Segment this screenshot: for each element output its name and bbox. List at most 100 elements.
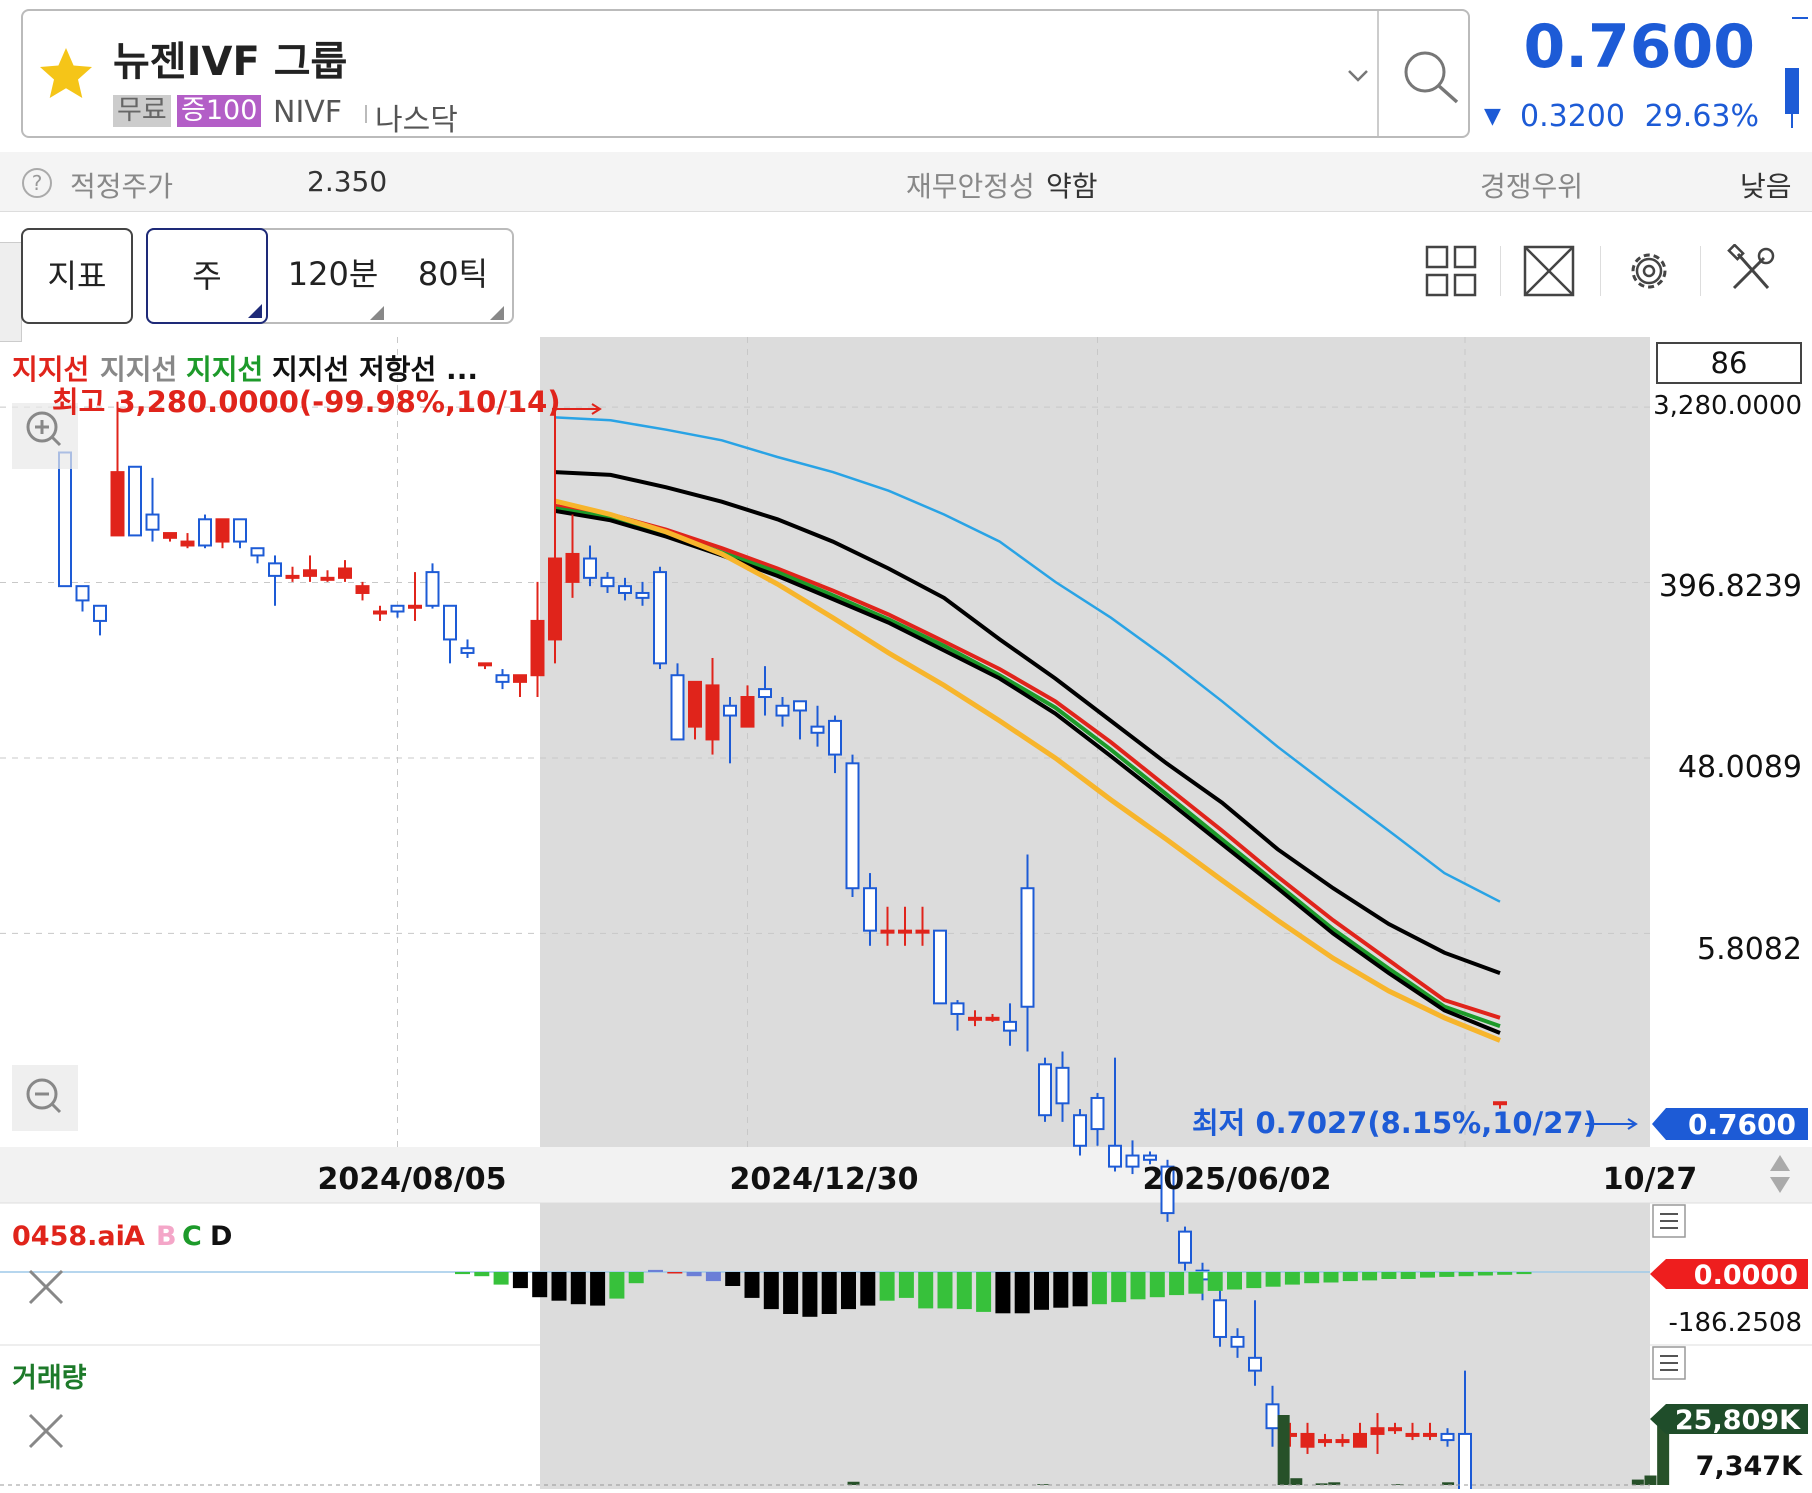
period-120min-button[interactable]: 120분 [278, 228, 388, 324]
candle [233, 518, 247, 543]
candle [128, 465, 142, 537]
candle [285, 574, 300, 579]
chevron-down-icon[interactable] [1343, 61, 1373, 91]
period-120min-label: 120분 [287, 255, 379, 293]
candle [1143, 1154, 1157, 1161]
candle [1423, 1432, 1437, 1437]
macd-current-label: 0.0000 [1694, 1260, 1798, 1291]
macd-bar [1362, 1272, 1378, 1281]
candle [740, 696, 755, 728]
stock-name: 뉴젠IVF 그룹 [113, 39, 348, 85]
period-80tick-button[interactable]: 80틱 [398, 228, 508, 324]
candle [1020, 887, 1035, 1008]
macd-bar [898, 1272, 914, 1298]
macd-bar [686, 1272, 702, 1277]
candle [163, 532, 177, 539]
candle [303, 569, 317, 577]
legend-support-2: 지지선 [100, 353, 177, 386]
macd-bar [1091, 1272, 1107, 1305]
close-icon[interactable] [28, 1269, 64, 1305]
candle [775, 704, 790, 717]
macd-bar [532, 1272, 548, 1298]
candle [355, 585, 370, 594]
candle [390, 604, 405, 613]
macd-bar [1188, 1272, 1204, 1294]
candle [58, 451, 72, 588]
candle [495, 674, 510, 683]
current-price-tag-label: 0.7600 [1688, 1108, 1796, 1141]
candle [1493, 1101, 1507, 1106]
candle [758, 688, 772, 699]
macd-bar [1497, 1272, 1513, 1275]
star-icon[interactable] [36, 44, 96, 104]
macd-bar [590, 1272, 606, 1306]
mini-candle-icon [1785, 17, 1808, 128]
macd-bar [995, 1272, 1011, 1314]
search-icon[interactable] [1397, 44, 1465, 112]
candle [1090, 1096, 1105, 1131]
expand-icon[interactable] [1522, 244, 1576, 298]
zoom-out-icon[interactable] [12, 1065, 78, 1131]
macd-bar [705, 1272, 721, 1282]
tools-icon[interactable] [1724, 244, 1778, 298]
help-icon[interactable]: ? [22, 168, 52, 198]
candle [198, 518, 212, 547]
toolbar-divider [1500, 246, 1501, 296]
candle [723, 704, 737, 717]
candle [1125, 1154, 1140, 1168]
macd-bar [1284, 1272, 1300, 1285]
count-value: 86 [1711, 346, 1748, 380]
candle [880, 929, 895, 934]
candle [565, 552, 580, 583]
search-divider [1377, 11, 1379, 136]
candle [950, 1002, 965, 1015]
macd-legend-d: D [210, 1221, 232, 1252]
macd-bar [1400, 1272, 1416, 1279]
macd-bar [860, 1272, 876, 1306]
market-name: 나스닥 [375, 103, 458, 138]
volume-current-label: 25,809K [1675, 1405, 1801, 1436]
candle [460, 647, 475, 654]
macd-bar [493, 1272, 509, 1285]
layout-grid-icon[interactable] [1424, 244, 1478, 298]
fair-price-label: 적정주가 [70, 170, 174, 203]
stock-search-box[interactable]: 뉴젠IVF 그룹 무료 증100 NIVF 나스닥 [21, 9, 1470, 138]
close-icon[interactable] [28, 1413, 64, 1449]
candle [268, 562, 282, 577]
macd-bar [763, 1272, 779, 1310]
period-week-button[interactable]: 주 [146, 228, 268, 324]
y-tick-label: 3,280.0000 [1653, 391, 1802, 421]
candle [110, 471, 125, 537]
candle [1300, 1432, 1315, 1448]
candle [93, 604, 107, 622]
menu-icon[interactable] [1652, 1204, 1686, 1238]
menu-icon[interactable] [1652, 1346, 1686, 1380]
side-panel-tab[interactable] [0, 242, 22, 342]
macd-bar [1207, 1272, 1223, 1291]
chart-canvas[interactable]: 지지선 지지선 지지선 지지선 저항선 ... 최고 3,280.0000(-9… [0, 337, 1812, 1493]
candle [618, 585, 632, 594]
stock-chart[interactable]: 지지선 지지선 지지선 지지선 저항선 ... 최고 3,280.0000(-9… [0, 337, 1812, 1493]
macd-bar [841, 1272, 856, 1310]
candle [425, 571, 440, 607]
candle [1353, 1432, 1367, 1448]
competitive-label: 경쟁우위 [1480, 170, 1584, 203]
candle [145, 513, 160, 531]
macd-bar [512, 1272, 528, 1289]
ticker-separator [365, 105, 367, 123]
gear-icon[interactable] [1622, 244, 1676, 298]
legend-support-3: 지지선 [186, 353, 263, 386]
indicator-button[interactable]: 지표 [21, 228, 133, 324]
toolbar-divider [1600, 246, 1601, 296]
candle [828, 719, 842, 756]
candle [1318, 1439, 1332, 1444]
candle [1370, 1427, 1385, 1435]
high-annotation: 최고 3,280.0000(-99.98%,10/14) [52, 385, 561, 419]
dropdown-corner-icon [248, 304, 262, 318]
macd-bar [1458, 1272, 1474, 1277]
y-tick-label: 5.8082 [1697, 932, 1802, 967]
candle [845, 762, 860, 890]
dropdown-corner-icon [490, 306, 504, 320]
candle [915, 929, 930, 934]
candle [320, 576, 335, 581]
